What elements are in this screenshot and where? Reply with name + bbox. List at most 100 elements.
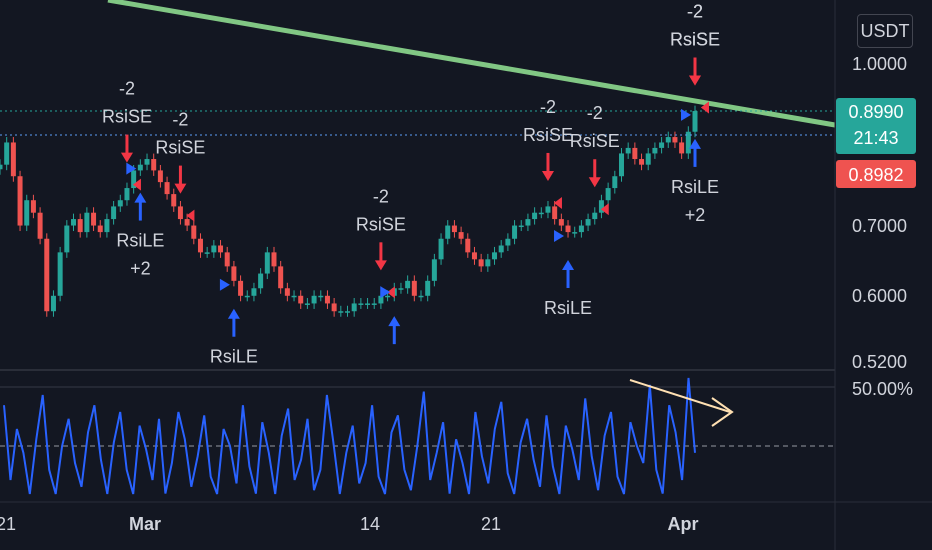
x-tick-1: 21	[0, 514, 16, 534]
candle-body	[124, 188, 130, 201]
candle-body	[284, 288, 290, 296]
candle-body	[10, 142, 16, 177]
long-signal-label: RsiLE	[544, 298, 592, 318]
candle-body	[578, 225, 584, 233]
short-signal-label: RsiSE	[356, 214, 406, 234]
candle-body	[625, 147, 631, 154]
bid-price-value: 0.8982	[848, 165, 903, 185]
short-signal-label: -2	[119, 79, 135, 99]
candle-body	[538, 212, 544, 215]
candle-body	[405, 280, 411, 289]
candle-body	[30, 200, 36, 213]
candle-body	[244, 295, 250, 298]
candle-body	[645, 153, 651, 165]
candle-body	[518, 225, 524, 228]
x-tick-2: Mar	[129, 514, 161, 534]
candle-body	[137, 164, 143, 171]
x-tick-5: Apr	[668, 514, 699, 534]
short-signal-label: -2	[172, 110, 188, 130]
candle-body	[418, 295, 424, 298]
candle-body	[0, 164, 3, 170]
candle-body	[291, 295, 297, 298]
candle-body	[411, 280, 417, 296]
candle-body	[298, 295, 304, 304]
candle-body	[77, 219, 83, 233]
candle-body	[64, 225, 70, 253]
long-signal-label: RsiLE	[671, 177, 719, 197]
candle-body	[218, 245, 224, 253]
currency-button[interactable]: USDT	[857, 14, 913, 48]
countdown-value: 21:43	[853, 128, 898, 148]
candle-body	[204, 252, 210, 254]
candle-body	[251, 288, 257, 296]
candle-body	[151, 159, 157, 171]
candle-body	[612, 176, 618, 189]
candle-body	[445, 225, 451, 239]
candle-body	[164, 182, 170, 195]
candle-body	[458, 232, 464, 239]
candle-body	[57, 252, 63, 296]
candle-body	[17, 176, 23, 226]
candle-body	[525, 219, 531, 226]
candle-body	[338, 311, 344, 313]
candle-body	[425, 280, 431, 296]
candle-body	[385, 295, 391, 298]
candle-body	[71, 219, 77, 226]
candle-body	[191, 225, 197, 239]
candle-body	[618, 153, 624, 177]
candle-body	[478, 259, 484, 267]
candle-body	[258, 273, 264, 289]
candle-body	[398, 288, 404, 290]
candle-body	[558, 219, 564, 226]
candle-body	[50, 295, 56, 312]
osc-y-tick: 50.00%	[852, 379, 913, 399]
candle-body	[532, 212, 538, 220]
candle-body	[512, 225, 518, 239]
candle-body	[278, 266, 284, 289]
x-tick-4: 21	[481, 514, 501, 534]
y-tick-3: 0.6000	[852, 286, 907, 306]
candle-body	[692, 111, 698, 132]
candle-body	[572, 232, 578, 234]
candle-body	[565, 225, 571, 233]
candle-body	[505, 238, 511, 246]
long-signal-label: RsiLE	[116, 231, 164, 251]
long-signal-label: RsiLE	[210, 347, 258, 367]
candle-body	[672, 137, 678, 143]
candle-body	[438, 238, 444, 260]
candle-body	[177, 206, 183, 220]
candle-body	[679, 142, 685, 154]
candle-body	[358, 303, 364, 305]
candle-body	[97, 225, 103, 233]
candle-body	[231, 266, 237, 281]
candle-body	[144, 159, 150, 165]
candle-body	[471, 252, 477, 260]
candle-body	[652, 147, 658, 154]
short-signal-label: -2	[540, 97, 556, 117]
candle-body	[665, 137, 671, 143]
candle-body	[632, 147, 638, 160]
short-signal-label: RsiSE	[570, 131, 620, 151]
candle-body	[345, 311, 350, 313]
short-signal-label: RsiSE	[523, 125, 573, 145]
long-signal-label: +2	[130, 259, 151, 279]
candle-body	[304, 303, 310, 305]
candle-body	[111, 206, 117, 220]
candle-body	[592, 212, 598, 220]
candle-body	[238, 280, 244, 296]
candle-body	[371, 303, 377, 305]
candle-body	[492, 252, 498, 260]
short-signal-label: RsiSE	[155, 138, 205, 158]
candle-body	[451, 225, 457, 233]
short-signal-label: RsiSE	[670, 30, 720, 50]
candle-body	[44, 238, 50, 312]
candle-body	[605, 188, 611, 201]
price-chart[interactable]: -2 RsiSE -2 RsiSE RsiLE +2 RsiLE -2 RsiSE -2 RsiSE…	[0, 0, 932, 550]
candle-body	[224, 252, 230, 267]
candle-body	[271, 252, 277, 267]
candle-body	[4, 142, 10, 165]
candle-body	[84, 212, 90, 233]
candle-body	[264, 252, 270, 274]
candle-body	[318, 295, 324, 298]
candle-body	[365, 303, 371, 305]
